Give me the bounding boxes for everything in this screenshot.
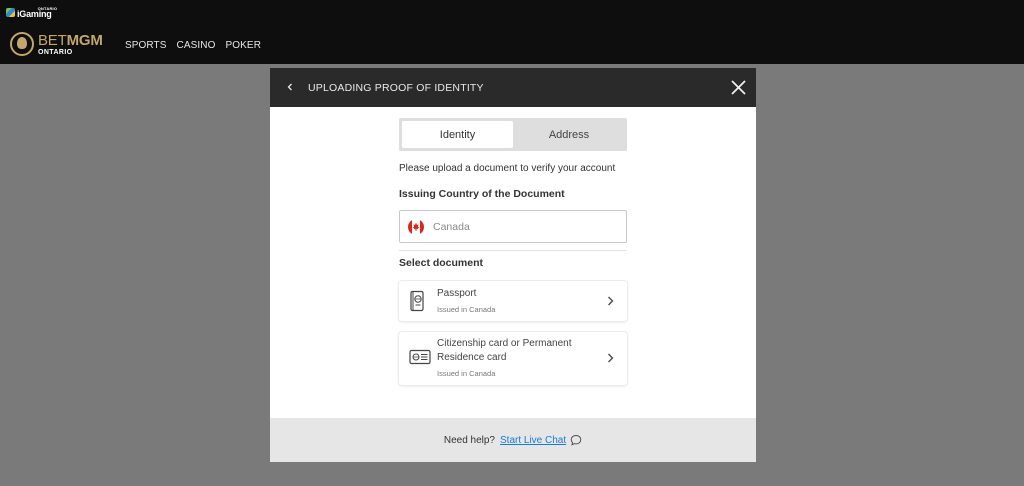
start-live-chat-link[interactable]: Start Live Chat [500, 435, 566, 446]
tab-identity[interactable]: Identity [402, 121, 513, 148]
close-icon[interactable] [730, 79, 747, 96]
chevron-right-icon [608, 296, 614, 306]
chevron-right-icon [608, 353, 614, 363]
nav-item-sports[interactable]: SPORTS [125, 40, 167, 51]
igaming-region-text: ONTARIO [37, 6, 58, 11]
select-document-label: Select document [399, 257, 484, 269]
country-field[interactable]: Canada [399, 210, 627, 243]
igaming-ontario-logo: iGaming ONTARIO [6, 5, 57, 19]
modal-footer: Need help? Start Live Chat [270, 418, 756, 462]
passport-subtitle: Issued in Canada [437, 305, 496, 314]
country-value: Canada [433, 220, 470, 233]
document-option-passport[interactable]: Passport Issued in Canada [399, 281, 627, 321]
chat-bubble-icon[interactable] [570, 434, 582, 446]
passport-title: Passport [437, 288, 477, 299]
document-type-tabs: Identity Address [399, 118, 627, 151]
document-option-citizenship-card[interactable]: Citizenship card or Permanent Residence … [399, 332, 627, 385]
identity-upload-modal: UPLOADING PROOF OF IDENTITY Identity Add… [270, 68, 756, 462]
logo-words: BETMGM ONTARIO [38, 33, 103, 56]
need-help-text: Need help? [443, 434, 495, 446]
tab-address[interactable]: Address [514, 121, 624, 148]
upload-instruction: Please upload a document to verify your … [399, 163, 616, 174]
modal-header: UPLOADING PROOF OF IDENTITY [270, 68, 756, 107]
betmgm-logo[interactable]: BETMGM ONTARIO [10, 32, 103, 56]
modal-title: UPLOADING PROOF OF IDENTITY [308, 82, 484, 94]
logo-main-text: BETMGM [38, 33, 103, 48]
nav-item-poker[interactable]: POKER [226, 40, 262, 51]
canada-flag-icon [408, 218, 424, 235]
id-card-icon [409, 349, 431, 365]
nav-item-casino[interactable]: CASINO [177, 40, 216, 51]
section-divider [399, 250, 627, 251]
top-header: iGaming ONTARIO BETMGM ONTARIO SPORTS CA… [0, 0, 1024, 64]
lion-logo-icon [10, 32, 34, 56]
citizenship-title-line2: Residence card [437, 352, 507, 363]
passport-icon [410, 290, 424, 312]
logo-mgm-text: MGM [66, 31, 103, 49]
main-nav: SPORTS CASINO POKER [125, 40, 261, 51]
chevron-left-icon[interactable] [284, 81, 296, 93]
citizenship-title-line1: Citizenship card or Permanent [437, 338, 572, 349]
logo-region-text: ONTARIO [38, 48, 73, 56]
logo-bet-text: BET [38, 31, 67, 49]
igaming-mark-icon [6, 8, 15, 17]
country-label: Issuing Country of the Document [399, 188, 565, 200]
citizenship-subtitle: Issued in Canada [437, 369, 496, 378]
